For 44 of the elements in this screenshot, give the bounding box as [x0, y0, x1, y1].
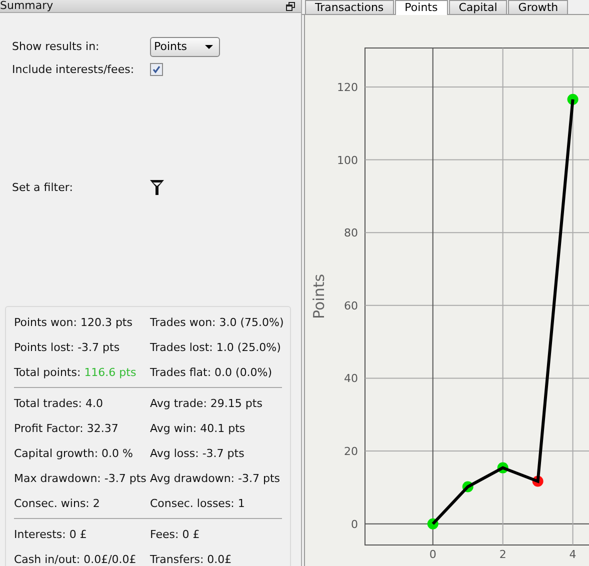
axis-tick-label: 0	[429, 548, 436, 561]
tab[interactable]: Growth	[508, 0, 568, 14]
stat-text: Avg drawdown: -3.7 pts	[150, 471, 281, 487]
caret-icon	[205, 44, 213, 48]
stat-text: Total points: 116.6 pts	[14, 365, 138, 381]
axis-tick-label: 40	[344, 372, 358, 386]
field-label: Show results in:	[12, 40, 100, 53]
stat-text: Avg loss: -3.7 pts	[150, 446, 246, 462]
stat-text: Avg trade: 29.15 pts	[150, 396, 264, 412]
tab[interactable]: Capital	[448, 0, 508, 14]
stat-text: Consec. wins: 2	[14, 496, 101, 512]
stat-text: Trades won: 3.0 (75.0%)	[150, 315, 284, 331]
stat-text: Trades flat: 0.0 (0.0%)	[150, 365, 274, 381]
axis-title: Points	[310, 274, 328, 320]
stat-text: Max drawdown: -3.7 pts	[14, 471, 148, 487]
axis-tick-label: 2	[499, 548, 506, 561]
stat-text: Transfers: 0.0£	[150, 552, 233, 566]
results-dropdown[interactable]: Points	[150, 36, 220, 56]
tab[interactable]: Transactions	[305, 0, 394, 14]
stat-text: Consec. losses: 1	[150, 496, 246, 512]
axis-tick-label: 20	[344, 445, 358, 458]
restore-icon[interactable]	[286, 2, 295, 10]
tab[interactable]: Points	[394, 0, 448, 15]
axis-tick-label: 100	[337, 154, 358, 167]
axis-tick-label: 80	[344, 226, 358, 240]
stat-text: Trades lost: 1.0 (25.0%)	[150, 340, 282, 356]
stat-text: Avg win: 40.1 pts	[150, 421, 246, 437]
filter-icon[interactable]	[150, 180, 164, 195]
checkbox[interactable]	[150, 63, 163, 76]
stat-text: Profit Factor: 32.37	[14, 421, 120, 437]
axis-tick-label: 60	[344, 299, 358, 312]
stat-text: Interests: 0 £	[14, 527, 88, 543]
stat-text: Capital growth: 0.0 %	[14, 446, 134, 462]
axis-tick-label: 0	[351, 518, 358, 531]
stat-text: Points lost: -3.7 pts	[14, 340, 121, 356]
stat-text: Fees: 0 £	[150, 527, 201, 543]
stat-text: Total trades: 4.0	[14, 396, 104, 412]
axis-tick-label: 120	[337, 80, 358, 94]
field-label: Set a filter:	[12, 181, 74, 194]
axis-tick-label: 4	[569, 548, 576, 561]
stat-text: Points won: 120.3 pts	[14, 315, 134, 331]
stat-text: Cash in/out: 0.0£/0.0£	[14, 552, 138, 566]
field-label: Include interests/fees:	[12, 63, 136, 76]
panel-title: Summary	[0, 0, 54, 12]
